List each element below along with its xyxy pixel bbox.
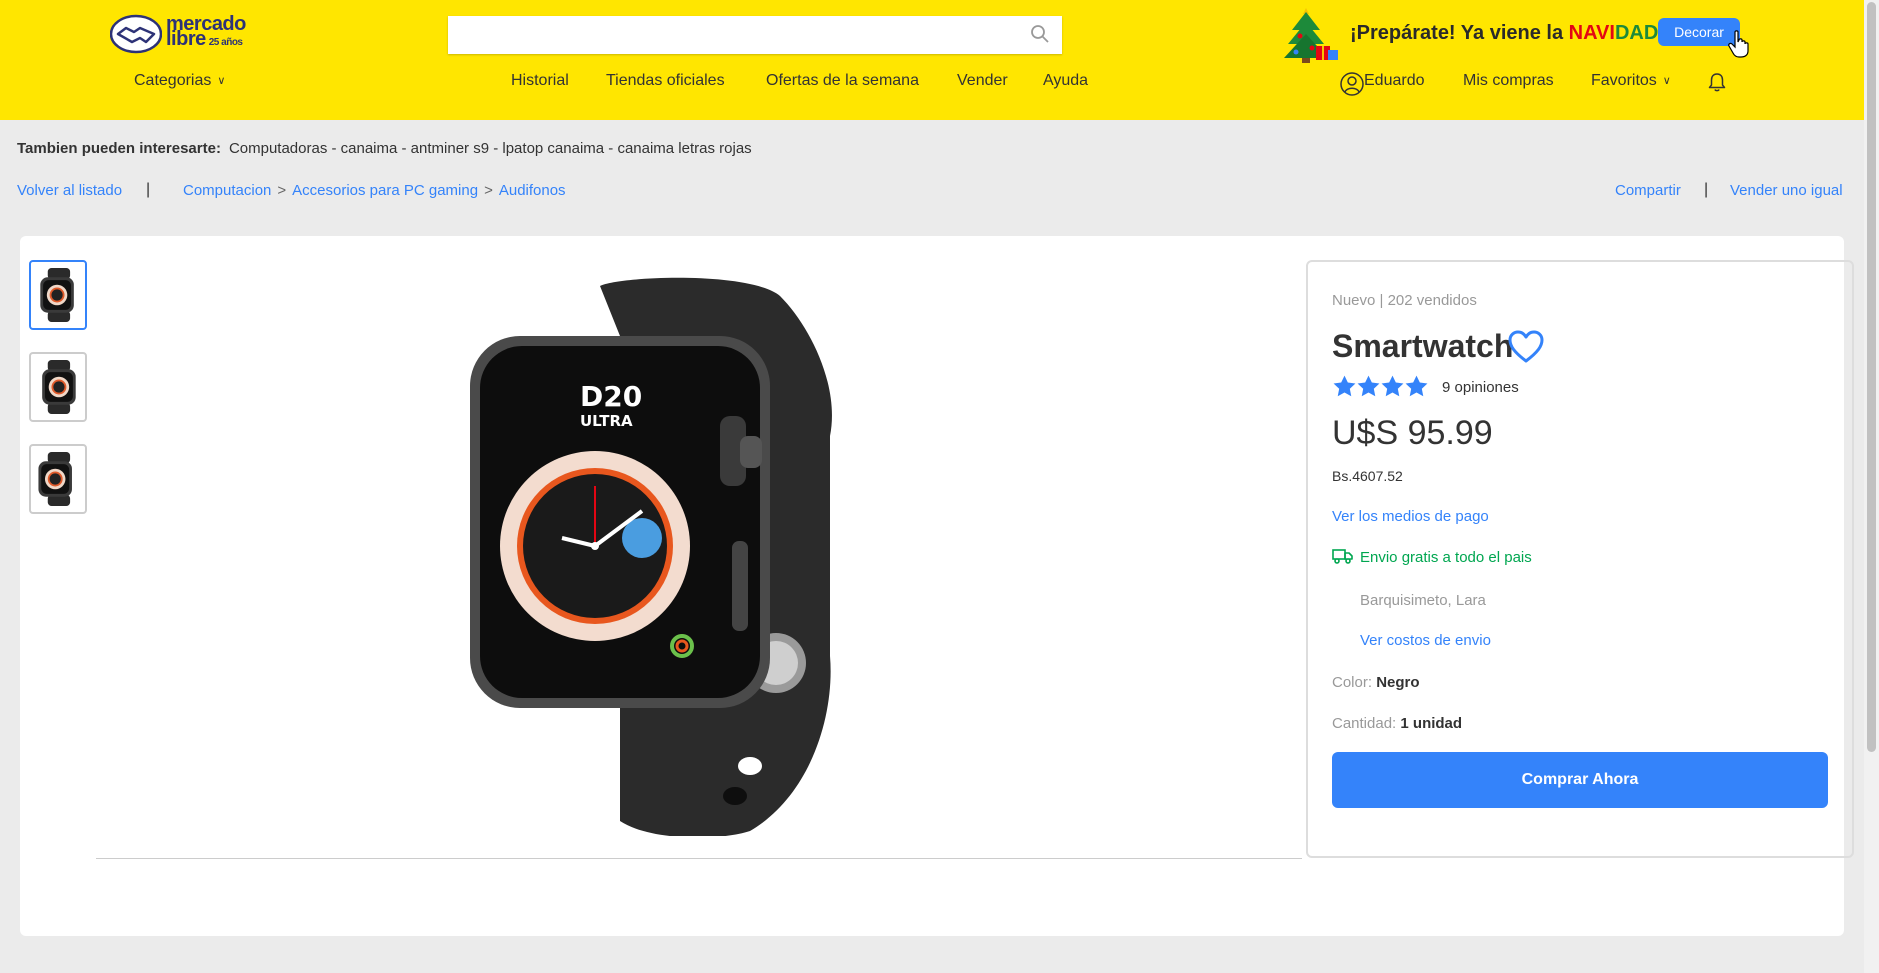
- breadcrumb-accesorios[interactable]: Accesorios para PC gaming: [292, 182, 478, 199]
- categories-label: Categorias: [134, 72, 212, 89]
- rating-stars: [1332, 374, 1428, 404]
- chevron-down-icon: ∨: [217, 75, 226, 87]
- heart-icon[interactable]: [1508, 330, 1544, 364]
- favorites-menu[interactable]: Favoritos ∨: [1591, 72, 1671, 90]
- free-shipping-text: Envio gratis a todo el pais: [1360, 549, 1532, 566]
- promo-navidad-green: DAD: [1614, 22, 1659, 44]
- thumbnail-1[interactable]: [29, 260, 87, 330]
- search-icon[interactable]: [1030, 24, 1050, 44]
- color-value: Negro: [1376, 674, 1420, 691]
- free-shipping: Envio gratis a todo el pais: [1332, 548, 1532, 566]
- chevron-down-icon: ∨: [1662, 75, 1671, 87]
- thumbnail-3[interactable]: [29, 444, 87, 514]
- color-property: Color: Negro: [1332, 674, 1420, 691]
- promo-text-main: ¡Prepárate! Ya viene la: [1350, 22, 1564, 44]
- condition-sold-count: Nuevo | 202 vendidos: [1332, 292, 1477, 309]
- logo-line2: libre: [166, 28, 206, 50]
- nav-tiendas-oficiales[interactable]: Tiendas oficiales: [606, 72, 725, 90]
- search-input[interactable]: [448, 16, 1062, 54]
- quantity-label: Cantidad:: [1332, 715, 1397, 732]
- user-icon[interactable]: [1340, 70, 1364, 98]
- gallery-divider: [96, 858, 1302, 859]
- star-icon: [1381, 375, 1404, 397]
- shipping-costs-link[interactable]: Ver costos de envio: [1360, 632, 1491, 649]
- suggestions-label: Tambien pueden interesarte:: [17, 140, 221, 157]
- star-icon: [1357, 375, 1380, 397]
- share-link[interactable]: Compartir: [1615, 182, 1681, 199]
- nav-mis-compras[interactable]: Mis compras: [1463, 72, 1554, 90]
- breadcrumb-computacion[interactable]: Computacion: [183, 182, 271, 199]
- quantity-value: 1 unidad: [1400, 715, 1463, 732]
- nav-ayuda[interactable]: Ayuda: [1043, 72, 1088, 90]
- scrollbar-thumb[interactable]: [1867, 2, 1876, 752]
- price-usd: U$S 95.99: [1332, 414, 1493, 452]
- hand-cursor-icon: [1728, 30, 1749, 58]
- promo-navidad: NAVIDAD: [1569, 22, 1659, 44]
- product-card: D20 ULTRA Nuevo | 202 vendidos Smartwatc…: [20, 236, 1854, 936]
- watch-thumbnail-icon: [38, 452, 72, 506]
- mercadolibre-logo[interactable]: mercado libre 25 años: [109, 14, 250, 54]
- nav-vender[interactable]: Vender: [957, 72, 1008, 90]
- star-icon: [1405, 375, 1428, 397]
- thumbnail-2[interactable]: [29, 352, 87, 422]
- star-icon: [1333, 375, 1356, 397]
- header: mercado libre 25 años ¡Prepárate! Ya vien…: [0, 0, 1864, 120]
- promo-text: ¡Prepárate! Ya viene la NAVIDAD: [1350, 22, 1658, 45]
- scrollbar[interactable]: [1864, 0, 1879, 973]
- christmas-tree-icon: [1284, 8, 1338, 63]
- breadcrumb-divider: |: [146, 181, 151, 198]
- suggestions-bar: Tambien pueden interesarte: Computadoras …: [17, 140, 752, 157]
- sell-same-link[interactable]: Vender uno igual: [1730, 182, 1843, 199]
- buy-box: Nuevo | 202 vendidos Smartwatch 9 opinio…: [1306, 260, 1854, 858]
- watch-thumbnail-icon: [40, 268, 74, 322]
- seller-location: Barquisimeto, Lara: [1360, 592, 1486, 609]
- breadcrumb: Computacion > Accesorios para PC gaming > Au…: [183, 182, 566, 199]
- payment-methods-link[interactable]: Ver los medios de pago: [1332, 508, 1489, 525]
- watch-thumbnail-icon: [42, 360, 76, 414]
- color-label: Color:: [1332, 674, 1373, 691]
- nav-ofertas[interactable]: Ofertas de la semana: [766, 72, 919, 90]
- breadcrumb-separator: >: [277, 182, 287, 199]
- reviews-count[interactable]: 9 opiniones: [1442, 379, 1519, 396]
- quantity-property[interactable]: Cantidad: 1 unidad: [1332, 715, 1462, 732]
- watch-model-text: ULTRA: [580, 412, 633, 430]
- handshake-icon: [109, 14, 163, 54]
- favorites-label: Favoritos: [1591, 72, 1657, 89]
- user-name[interactable]: Eduardo: [1364, 72, 1425, 90]
- categories-menu[interactable]: Categorias ∨: [134, 72, 225, 90]
- breadcrumb-separator: >: [484, 182, 493, 199]
- product-image-smartwatch[interactable]: D20 ULTRA: [450, 276, 970, 836]
- promo-navidad-red: NAVI: [1568, 22, 1615, 44]
- back-to-list-link[interactable]: Volver al listado: [17, 182, 122, 199]
- logo-badge: 25 años: [208, 37, 243, 48]
- product-title: Smartwatch: [1332, 328, 1514, 364]
- truck-icon: [1332, 549, 1353, 564]
- buy-now-button[interactable]: Comprar Ahora: [1332, 752, 1828, 808]
- bell-icon[interactable]: [1708, 72, 1726, 92]
- share-divider: |: [1704, 181, 1709, 198]
- suggestions-list[interactable]: Computadoras - canaima - antminer s9 - l…: [229, 140, 752, 157]
- price-bs: Bs.4607.52: [1332, 468, 1403, 484]
- watch-brand-text: D20: [580, 380, 642, 413]
- nav-historial[interactable]: Historial: [511, 72, 569, 90]
- breadcrumb-audifonos[interactable]: Audifonos: [499, 182, 566, 199]
